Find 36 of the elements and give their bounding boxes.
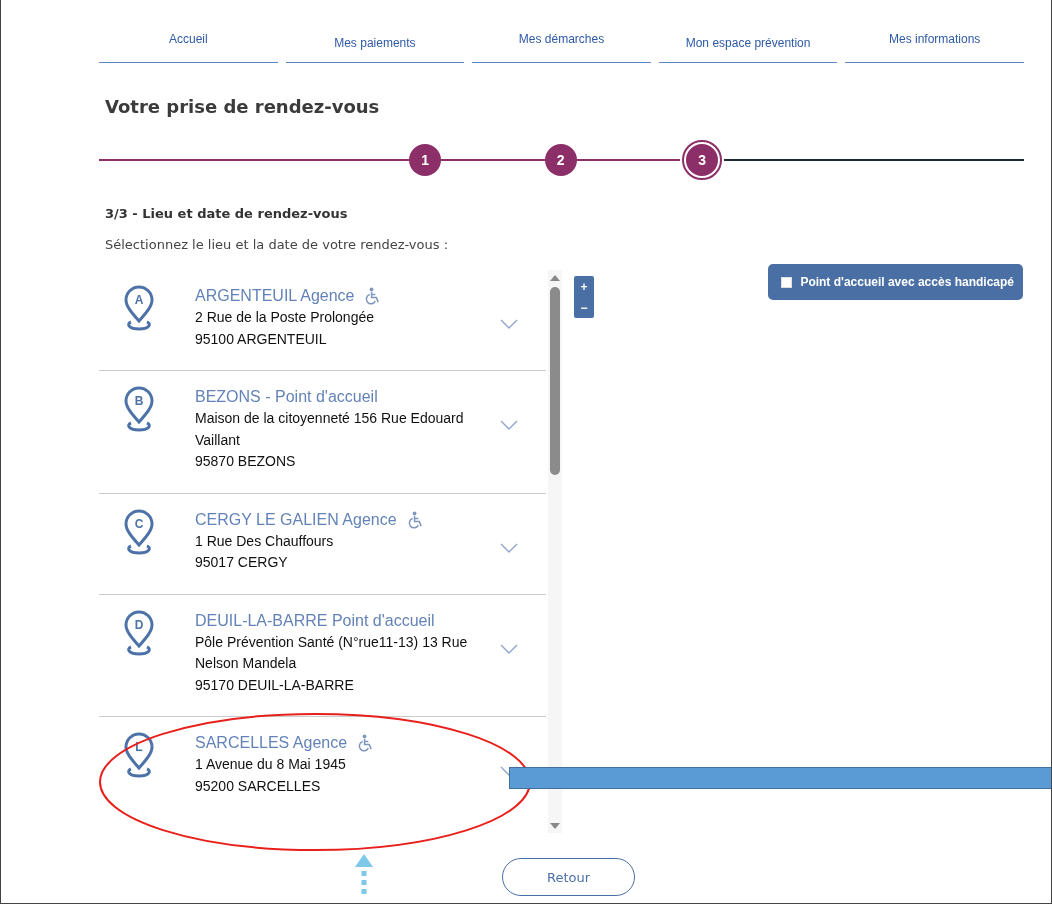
nav-tab[interactable]: Mes paiements xyxy=(285,0,465,63)
location-item[interactable]: B BEZONS - Point d'accueil Maison de la citoyenneté 156 Rue Edouard Vaillant 95870 BEZONS xyxy=(99,371,546,494)
location-item[interactable]: C CERGY LE GALIEN Agence 1 Rue Des Chauffours 95017 CERGY xyxy=(99,493,546,595)
address-line: 2 Rue de la Poste Prolongée xyxy=(195,308,375,327)
location-item[interactable]: L SARCELLES Agence 1 Avenue du 8 Mai 1945 95200 SARCELLES xyxy=(99,717,546,817)
nav-tab[interactable]: Mon espace prévention xyxy=(658,0,838,63)
address-line: Pôle Prévention Santé (N°rue11-13) 13 Rue Nelson Mandela xyxy=(195,632,469,673)
filter-button[interactable]: Point d'accueil avec accès handicapé xyxy=(768,264,1023,300)
address-line: 1 Rue Des Chauffours xyxy=(195,531,335,551)
instruction-text: Sélectionnez le lieu et la date de votre rendez-vous : xyxy=(105,237,450,252)
location-item[interactable]: A ARGENTEUIL Agence 2 Rue de la Poste Prolongée 95100 ARGENTEUIL xyxy=(99,270,546,371)
address-line: Maison de la citoyenneté 156 Rue Edouard Vaillant xyxy=(195,409,465,450)
address-line: 95200 SARCELLES xyxy=(195,776,322,796)
back-button[interactable]: Retour xyxy=(502,858,635,896)
location-name: BEZONS - Point d'accueil xyxy=(195,387,378,407)
nav-tab[interactable]: Accueil xyxy=(99,0,278,63)
address-line: 95017 CERGY xyxy=(195,553,289,572)
zoom-button[interactable]: + xyxy=(574,276,594,297)
location-name: SARCELLES Agence xyxy=(195,733,348,753)
location-item[interactable]: D DEUIL-LA-BARRE Point d'accueil Pôle Prévention Santé (N°rue11-13) 13 Rue Nelson Mandela 95170 DEUIL-LA-BARRE xyxy=(99,594,546,717)
nav-tab[interactable]: Mes démarches xyxy=(472,0,651,63)
location-name: DEUIL-LA-BARRE Point d'accueil xyxy=(195,610,435,631)
address-line: 95100 ARGENTEUIL xyxy=(195,329,328,349)
step-indicator: 2 xyxy=(544,144,577,176)
zoom-button[interactable]: − xyxy=(574,297,594,318)
page-title: Votre prise de rendez-vous xyxy=(105,96,381,117)
step-indicator: 1 xyxy=(409,144,442,176)
nav-tab[interactable]: Mes informations xyxy=(845,0,1024,63)
address-line: 95170 DEUIL-LA-BARRE xyxy=(195,675,355,695)
filter-label: Point d'accueil avec accès handicapé xyxy=(800,275,1014,289)
location-name: CERGY LE GALIEN Agence xyxy=(195,509,397,530)
address-line: 1 Avenue du 8 Mai 1945 xyxy=(195,755,347,774)
address-line: 95870 BEZONS xyxy=(195,452,297,471)
location-name: ARGENTEUIL Agence xyxy=(195,286,355,306)
step-indicator: 3 xyxy=(684,142,721,178)
section-title: 3/3 - Lieu et date de rendez-vous xyxy=(105,206,349,221)
